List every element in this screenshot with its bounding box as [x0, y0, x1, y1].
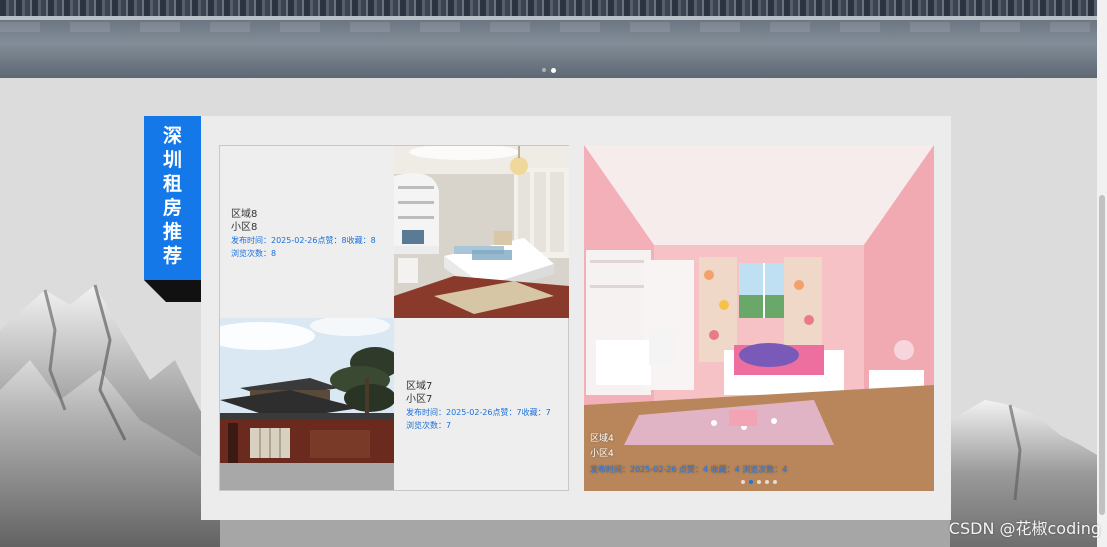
featured-meta: 发布时间：2025-02-26 点赞：4 收藏：4 浏览次数：4: [590, 465, 788, 474]
watermark: CSDN @花椒coding: [948, 519, 1101, 538]
listing-region[interactable]: 区域8: [231, 208, 376, 221]
featured-caption: 区域4 小区4 发布时间：2025-02-26 点赞：4 收藏：4 浏览次数：4: [590, 432, 787, 477]
listing-community: 小区7: [406, 394, 433, 405]
banner-dot[interactable]: [541, 68, 546, 72]
carousel-dot[interactable]: [757, 480, 761, 484]
banner-pagination: [0, 67, 1097, 73]
page-scrollbar[interactable]: [1097, 0, 1107, 547]
listing-community: 小区8: [231, 222, 258, 233]
listing-meta: 发布时间：2025-02-26点赞：7收藏：7: [406, 408, 551, 417]
listing-info-7[interactable]: 区域7 小区7 发布时间：2025-02-26点赞：7收藏：7 浏览次数：7: [406, 380, 551, 432]
scrollbar-thumb[interactable]: [1099, 195, 1105, 515]
carousel-dot[interactable]: [773, 480, 777, 484]
featured-community: 小区4: [590, 449, 614, 459]
city-skyline: [0, 0, 1097, 16]
featured-listing-carousel[interactable]: 区域4 小区4 发布时间：2025-02-26 点赞：4 收藏：4 浏览次数：4: [584, 145, 934, 491]
listing-region[interactable]: 区域7: [406, 380, 551, 393]
featured-region[interactable]: 区域4: [590, 432, 787, 447]
hero-banner[interactable]: [0, 0, 1097, 78]
featured-pagination: [584, 480, 934, 484]
water-reflection: [0, 22, 1097, 32]
listing-info-8[interactable]: 区域8 小区8 发布时间：2025-02-26点赞：8收藏：8 浏览次数：8: [231, 208, 376, 260]
banner-dot-active[interactable]: [550, 67, 556, 73]
carousel-dot[interactable]: [741, 480, 745, 484]
listing-views: 浏览次数：7: [406, 421, 452, 430]
section-tag-fold: [144, 280, 201, 302]
listing-grid-card: 区域8 小区8 发布时间：2025-02-26点赞：8收藏：8 浏览次数：8 区…: [219, 145, 569, 491]
section-title: 深圳租房推荐: [162, 125, 182, 267]
carousel-dot[interactable]: [765, 480, 769, 484]
section-title-tag: 深圳租房推荐: [144, 116, 201, 280]
listing-photo-7[interactable]: [220, 318, 394, 490]
listing-photo-8[interactable]: [394, 146, 569, 318]
listing-meta: 发布时间：2025-02-26点赞：8收藏：8: [231, 236, 376, 245]
carousel-dot-active[interactable]: [749, 480, 753, 484]
listing-views: 浏览次数：8: [231, 249, 277, 258]
